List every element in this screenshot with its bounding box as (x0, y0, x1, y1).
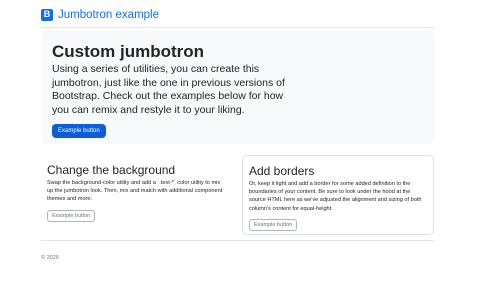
jumbotron-lead: Using a series of utilities, you can cre… (52, 63, 285, 116)
jumbotron-example-button[interactable]: Example button (52, 124, 106, 138)
card-title: Add borders (249, 164, 315, 178)
card-text: Swap the background-color utility and ad… (47, 180, 223, 203)
copyright-text: © 2026 (41, 255, 59, 261)
brand-title: Jumbotron example (58, 8, 159, 21)
card-text: Or, keep it light and add a border for s… (249, 181, 422, 212)
card-title: Change the background (47, 163, 176, 177)
site-footer: © 2026 (41, 240, 434, 264)
jumbotron-title: Custom jumbotron (52, 42, 205, 61)
site-header: B Jumbotron example (41, 6, 434, 28)
change-background-example-button[interactable]: Example button (47, 209, 96, 222)
bootstrap-logo-icon: B (41, 8, 53, 21)
add-borders-card: Add borders Or, keep it light and add a … (242, 155, 434, 235)
change-background-card: Change the background Swap the backgroun… (41, 155, 233, 235)
jumbotron: Custom jumbotron Using a series of utili… (42, 31, 435, 144)
brand-link[interactable]: B Jumbotron example (41, 8, 159, 21)
add-borders-example-button[interactable]: Example button (249, 218, 298, 231)
